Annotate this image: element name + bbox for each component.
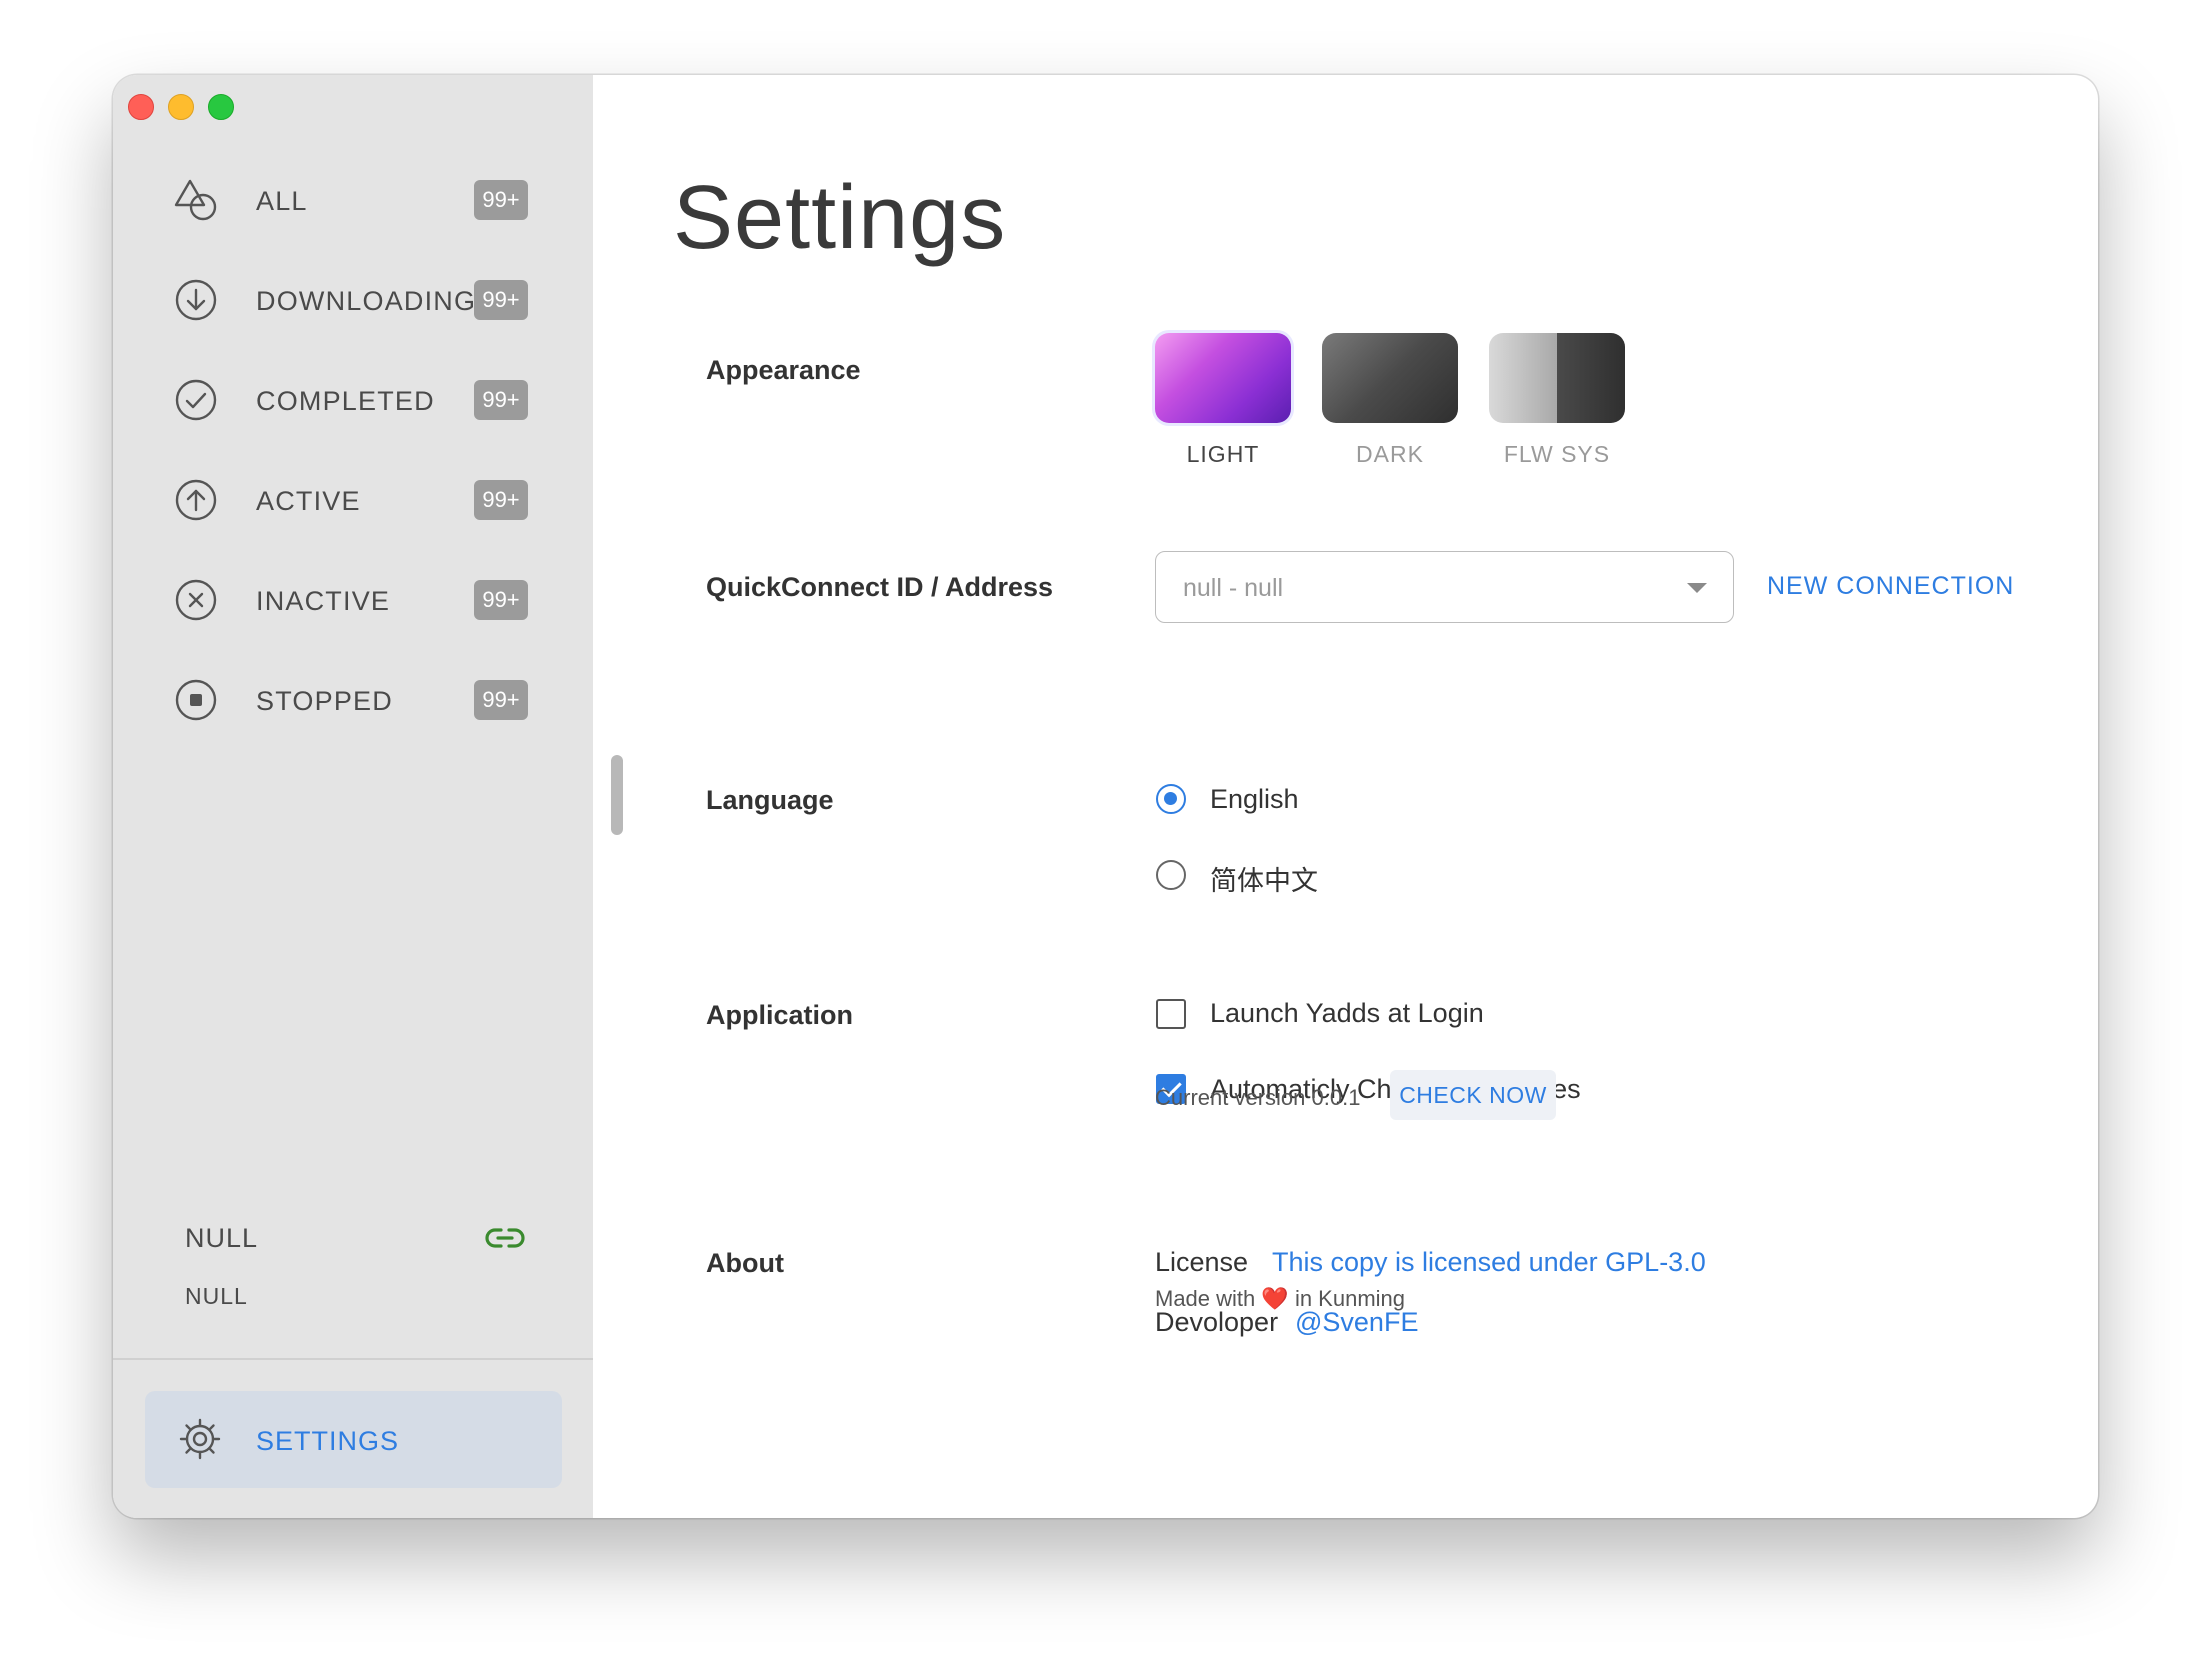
- theme-follow-system-label: FLW SYS: [1503, 441, 1611, 467]
- count-badge: 99+: [474, 680, 528, 720]
- scrollbar[interactable]: [611, 755, 623, 835]
- sidebar-item-completed[interactable]: COMPLETED 99+: [113, 365, 593, 435]
- theme-dark-option[interactable]: [1322, 333, 1458, 423]
- sidebar-item-settings[interactable]: SETTINGS: [145, 1391, 562, 1488]
- sidebar-divider: [113, 1358, 593, 1360]
- stop-circle-icon: [173, 677, 219, 723]
- theme-dark-label: DARK: [1356, 441, 1424, 467]
- page-title: Settings: [673, 168, 1007, 268]
- quickconnect-select[interactable]: null - null: [1155, 551, 1734, 623]
- language-chinese-radio[interactable]: [1156, 860, 1186, 890]
- gear-icon: [178, 1417, 222, 1461]
- launch-at-login-checkbox[interactable]: [1156, 999, 1186, 1029]
- sidebar-item-downloading[interactable]: DOWNLOADING 99+: [113, 265, 593, 335]
- made-prefix: Made with: [1155, 1286, 1256, 1311]
- app-window: ALL 99+ DOWNLOADING 99+ COMPLETED 99+ AC…: [113, 75, 2098, 1518]
- theme-light-label: LIGHT: [1186, 441, 1260, 467]
- launch-at-login-label[interactable]: Launch Yadds at Login: [1210, 998, 1484, 1029]
- new-connection-button[interactable]: NEW CONNECTION: [1767, 572, 2014, 601]
- sidebar-item-label: STOPPED: [256, 686, 393, 716]
- sidebar-item-label: COMPLETED: [256, 386, 435, 416]
- count-badge: 99+: [474, 180, 528, 220]
- license-key: License: [1155, 1247, 1249, 1277]
- sidebar-item-label: DOWNLOADING: [256, 286, 477, 316]
- language-english-radio[interactable]: [1156, 784, 1186, 814]
- minimize-window-button[interactable]: [168, 94, 194, 120]
- maximize-window-button[interactable]: [208, 94, 234, 120]
- count-badge: 99+: [474, 480, 528, 520]
- theme-follow-system-option[interactable]: [1489, 333, 1625, 423]
- chevron-down-icon: [1687, 583, 1707, 593]
- server-name: NULL: [185, 1223, 259, 1253]
- server-address: NULL: [185, 1283, 248, 1309]
- section-label-appearance: Appearance: [706, 355, 861, 385]
- count-badge: 99+: [474, 580, 528, 620]
- sidebar-item-label: INACTIVE: [256, 586, 391, 616]
- section-label-quickconnect: QuickConnect ID / Address: [706, 572, 1054, 602]
- heart-icon: ❤️: [1261, 1286, 1289, 1311]
- made-suffix: in Kunming: [1294, 1286, 1406, 1311]
- quickconnect-select-value: null - null: [1183, 574, 1284, 602]
- link-icon[interactable]: [483, 1221, 527, 1255]
- shapes-icon: [173, 177, 219, 223]
- sidebar-item-all[interactable]: ALL 99+: [113, 165, 593, 235]
- sidebar-item-stopped[interactable]: STOPPED 99+: [113, 665, 593, 735]
- license-link[interactable]: This copy is licensed under GPL-3.0: [1272, 1247, 1706, 1278]
- check-now-button[interactable]: CHECK NOW: [1390, 1070, 1556, 1120]
- arrow-down-circle-icon: [173, 277, 219, 323]
- sidebar-item-active[interactable]: ACTIVE 99+: [113, 465, 593, 535]
- x-circle-icon: [173, 577, 219, 623]
- sidebar-item-inactive[interactable]: INACTIVE 99+: [113, 565, 593, 635]
- sidebar: ALL 99+ DOWNLOADING 99+ COMPLETED 99+ AC…: [113, 75, 593, 1518]
- close-window-button[interactable]: [128, 94, 154, 120]
- sidebar-item-label: ACTIVE: [256, 486, 361, 516]
- count-badge: 99+: [474, 280, 528, 320]
- arrow-up-circle-icon: [173, 477, 219, 523]
- sidebar-item-label: ALL: [256, 186, 308, 216]
- made-with-text: Made with ❤️ in Kunming: [1155, 1286, 1405, 1312]
- language-chinese-label[interactable]: 简体中文: [1210, 859, 1318, 898]
- section-label-about: About: [706, 1248, 784, 1278]
- language-english-label[interactable]: English: [1210, 784, 1299, 815]
- theme-light-option[interactable]: [1155, 333, 1291, 423]
- count-badge: 99+: [474, 380, 528, 420]
- section-label-application: Application: [706, 1000, 853, 1030]
- check-circle-icon: [173, 377, 219, 423]
- section-label-language: Language: [706, 785, 834, 815]
- sidebar-item-label: SETTINGS: [256, 1426, 400, 1456]
- current-version-text: Current version 0.0.1: [1155, 1085, 1361, 1110]
